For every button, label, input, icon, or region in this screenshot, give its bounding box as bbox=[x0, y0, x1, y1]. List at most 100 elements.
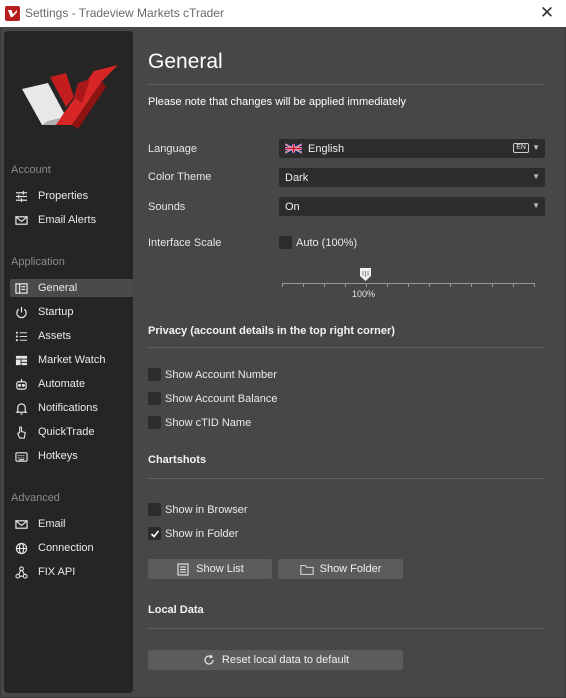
sidebar-item-label: Notifications bbox=[38, 402, 98, 414]
reset-local-data-label: Reset local data to default bbox=[221, 654, 350, 666]
privacy-title: Privacy (account details in the top righ… bbox=[148, 325, 395, 337]
sidebar-item-market-watch[interactable]: Market Watch bbox=[10, 351, 133, 369]
power-icon bbox=[14, 305, 28, 319]
color-theme-label: Color Theme bbox=[148, 171, 212, 183]
sidebar-item-startup[interactable]: Startup bbox=[10, 303, 133, 321]
title-bar: Settings - Tradeview Markets cTrader ✕ bbox=[0, 0, 566, 27]
auto-scale-label: Auto (100%) bbox=[296, 236, 358, 249]
broker-logo bbox=[22, 65, 118, 129]
page-title: General bbox=[148, 50, 223, 73]
divider bbox=[148, 347, 545, 348]
slider-tick bbox=[450, 283, 451, 287]
show-folder-button[interactable]: Show Folder bbox=[278, 559, 403, 579]
color-theme-select[interactable]: Dark ▼ bbox=[279, 168, 545, 187]
keyboard-icon bbox=[14, 449, 28, 463]
slider-tick bbox=[534, 283, 535, 287]
slider-tick bbox=[492, 283, 493, 287]
sidebar-item-automate[interactable]: Automate bbox=[10, 375, 133, 393]
sidebar-item-label: QuickTrade bbox=[38, 426, 95, 438]
bell-icon bbox=[14, 401, 28, 415]
color-theme-value: Dark bbox=[285, 171, 309, 184]
uk-flag-icon bbox=[285, 143, 302, 154]
slider-tick bbox=[429, 283, 430, 287]
show-account-balance-checkbox[interactable]: Show Account Balance bbox=[148, 392, 278, 405]
sidebar-item-hotkeys[interactable]: Hotkeys bbox=[10, 447, 133, 465]
show-list-button[interactable]: Show List bbox=[148, 559, 272, 579]
slider-tick bbox=[303, 283, 304, 287]
slider-value: 100% bbox=[352, 289, 376, 299]
checkbox-box bbox=[148, 416, 161, 429]
sidebar-item-label: Automate bbox=[38, 378, 86, 390]
sidebar-item-notifications[interactable]: Notifications bbox=[10, 399, 133, 417]
show-ctid-name-checkbox[interactable]: Show cTID Name bbox=[148, 416, 251, 429]
chevron-down-icon: ▼ bbox=[532, 172, 540, 181]
window-title: Settings - Tradeview Markets cTrader bbox=[25, 6, 224, 20]
show-in-browser-checkbox[interactable]: Show in Browser bbox=[148, 503, 248, 516]
divider bbox=[148, 84, 545, 85]
sidebar-item-quicktrade[interactable]: QuickTrade bbox=[10, 423, 133, 441]
sidebar-item-label: Properties bbox=[38, 190, 89, 202]
checkbox-box bbox=[148, 392, 161, 405]
close-icon[interactable]: ✕ bbox=[538, 3, 556, 23]
slider-tick bbox=[345, 283, 346, 287]
sidebar: Account Properties Email Alerts Applicat… bbox=[4, 31, 133, 693]
section-label-account: Account bbox=[11, 164, 51, 176]
layout-icon bbox=[14, 281, 28, 295]
checkbox-label: Show Account Number bbox=[165, 368, 277, 381]
reset-local-data-button[interactable]: Reset local data to default bbox=[148, 650, 403, 670]
sliders-icon bbox=[14, 189, 28, 203]
sidebar-item-label: Email Alerts bbox=[38, 214, 97, 226]
slider-tick bbox=[513, 283, 514, 287]
divider bbox=[148, 478, 545, 479]
section-label-application: Application bbox=[11, 256, 65, 268]
list-icon bbox=[14, 329, 28, 343]
sidebar-item-fix-api[interactable]: FIX API bbox=[10, 563, 133, 581]
globe-icon bbox=[14, 541, 28, 555]
info-note: Please note that changes will be applied… bbox=[148, 96, 407, 108]
checkbox-box bbox=[148, 503, 161, 516]
sidebar-item-label: Market Watch bbox=[38, 354, 106, 366]
sidebar-item-connection[interactable]: Connection bbox=[10, 539, 133, 557]
robot-icon bbox=[14, 377, 28, 391]
network-icon bbox=[14, 565, 28, 579]
sounds-select[interactable]: On ▼ bbox=[279, 197, 545, 216]
pointer-icon bbox=[14, 425, 28, 439]
language-select[interactable]: English EN ▼ bbox=[279, 139, 545, 158]
checkbox-box bbox=[279, 236, 292, 249]
slider-tick bbox=[324, 283, 325, 287]
local-data-title: Local Data bbox=[148, 604, 204, 616]
sidebar-item-general[interactable]: General bbox=[10, 279, 133, 297]
language-code-badge: EN bbox=[513, 143, 529, 153]
slider-tick bbox=[387, 283, 388, 287]
slider-tick bbox=[408, 283, 409, 287]
sidebar-item-label: General bbox=[38, 282, 78, 294]
checkbox-box bbox=[148, 527, 161, 540]
checkbox-label: Show in Folder bbox=[165, 527, 239, 540]
sounds-label: Sounds bbox=[148, 201, 186, 213]
sounds-value: On bbox=[285, 200, 300, 213]
refresh-icon bbox=[202, 653, 216, 667]
auto-scale-checkbox[interactable]: Auto (100%) bbox=[279, 236, 357, 249]
checkmark-icon bbox=[150, 529, 159, 538]
sidebar-item-properties[interactable]: Properties bbox=[10, 187, 133, 205]
checkbox-label: Show in Browser bbox=[165, 503, 248, 516]
checkbox-label: Show cTID Name bbox=[165, 416, 252, 429]
table-icon bbox=[14, 353, 28, 367]
checkbox-label: Show Account Balance bbox=[165, 392, 278, 405]
slider-thumb[interactable] bbox=[360, 268, 371, 281]
sidebar-item-assets[interactable]: Assets bbox=[10, 327, 133, 345]
slider-tick bbox=[471, 283, 472, 287]
interface-scale-label: Interface Scale bbox=[148, 237, 222, 249]
chartshots-title: Chartshots bbox=[148, 454, 207, 466]
show-in-folder-checkbox[interactable]: Show in Folder bbox=[148, 527, 238, 540]
language-value: English bbox=[308, 142, 345, 155]
show-account-number-checkbox[interactable]: Show Account Number bbox=[148, 368, 277, 381]
slider-tick bbox=[366, 283, 367, 287]
sidebar-item-email-alerts[interactable]: Email Alerts bbox=[10, 211, 133, 229]
sidebar-item-email[interactable]: Email bbox=[10, 515, 133, 533]
sidebar-item-label: Email bbox=[38, 518, 66, 530]
envelope-icon bbox=[14, 517, 28, 531]
chevron-down-icon: ▼ bbox=[532, 201, 540, 210]
sidebar-item-label: Connection bbox=[38, 542, 94, 554]
checkbox-box bbox=[148, 368, 161, 381]
